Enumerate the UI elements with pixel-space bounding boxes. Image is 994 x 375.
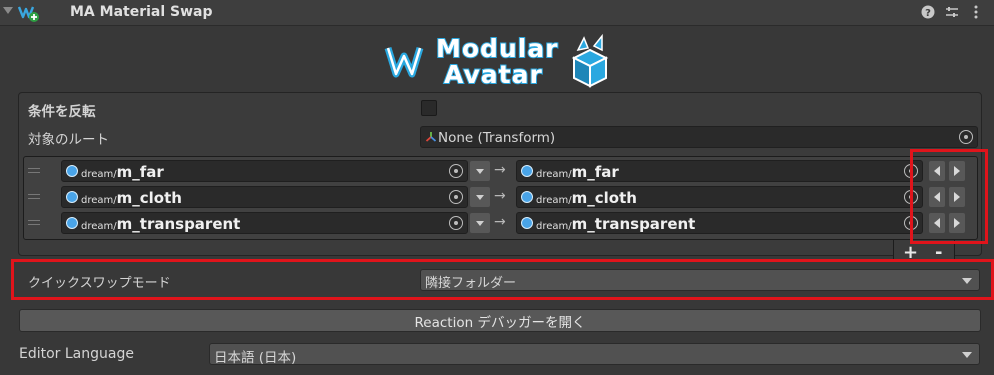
swap-arrow: →: [494, 162, 506, 178]
swap-from-field[interactable]: dream/m_cloth: [61, 186, 468, 208]
material-path-prefix: dream/: [536, 195, 572, 206]
modular-avatar-component-icon: [18, 6, 39, 22]
sliders-icon[interactable]: [944, 4, 960, 20]
logo-text-line1: Modular: [435, 33, 559, 64]
material-path-prefix: dream/: [81, 221, 117, 232]
drag-handle-icon[interactable]: [28, 220, 40, 225]
invert-condition-checkbox[interactable]: [421, 100, 437, 116]
swap-arrow: →: [494, 214, 506, 230]
highlight-annotation: [910, 149, 988, 244]
editor-language-value: 日本語 (日本): [214, 350, 297, 366]
swap-to-field[interactable]: dream/m_far: [516, 160, 923, 182]
material-icon: [66, 191, 78, 203]
swap-to-field[interactable]: dream/m_transparent: [516, 212, 923, 234]
material-icon: [66, 217, 78, 229]
swap-from-field[interactable]: dream/m_transparent: [61, 212, 468, 234]
object-picker-icon[interactable]: [449, 190, 463, 204]
editor-language-label: Editor Language: [19, 346, 134, 362]
material-path-prefix: dream/: [81, 195, 117, 206]
object-picker-icon[interactable]: [959, 130, 973, 144]
drag-handle-icon[interactable]: [28, 194, 40, 199]
material-icon: [521, 191, 533, 203]
swap-arrow: →: [494, 188, 506, 204]
material-name: m_far: [116, 163, 164, 181]
highlight-annotation: [11, 259, 994, 300]
chevron-down-icon: [962, 352, 972, 358]
help-icon[interactable]: ?: [920, 4, 936, 20]
material-dropdown-button[interactable]: [470, 161, 490, 181]
target-root-value: None (Transform): [438, 130, 556, 146]
drag-handle-icon[interactable]: [28, 168, 40, 173]
material-path-prefix: dream/: [536, 221, 572, 232]
target-root-label: 対象のルート: [28, 132, 109, 148]
editor-language-dropdown[interactable]: 日本語 (日本): [209, 343, 980, 366]
material-icon: [521, 217, 533, 229]
transform-icon: [425, 132, 437, 142]
object-picker-icon[interactable]: [449, 164, 463, 178]
material-icon: [66, 165, 78, 177]
material-path-prefix: dream/: [81, 169, 117, 180]
target-root-field[interactable]: None (Transform): [420, 126, 978, 148]
material-icon: [521, 165, 533, 177]
invert-condition-label: 条件を反転: [28, 104, 96, 120]
kebab-menu-icon[interactable]: [968, 4, 984, 20]
svg-text:?: ?: [925, 8, 931, 19]
component-title: MA Material Swap: [70, 4, 213, 20]
material-path-prefix: dream/: [536, 169, 572, 180]
open-reaction-debugger-button[interactable]: Reaction デバッガーを開く: [19, 309, 981, 332]
material-dropdown-button[interactable]: [470, 187, 490, 207]
swap-to-field[interactable]: dream/m_cloth: [516, 186, 923, 208]
object-picker-icon[interactable]: [449, 216, 463, 230]
logo-text-line2: Avatar: [443, 59, 543, 90]
material-name: m_cloth: [116, 189, 182, 207]
material-name: m_transparent: [571, 215, 696, 233]
material-name: m_transparent: [116, 215, 241, 233]
swap-from-field[interactable]: dream/m_far: [61, 160, 468, 182]
material-name: m_cloth: [571, 189, 637, 207]
foldout-arrow-icon[interactable]: [3, 7, 13, 14]
material-name: m_far: [571, 163, 619, 181]
material-dropdown-button[interactable]: [470, 213, 490, 233]
